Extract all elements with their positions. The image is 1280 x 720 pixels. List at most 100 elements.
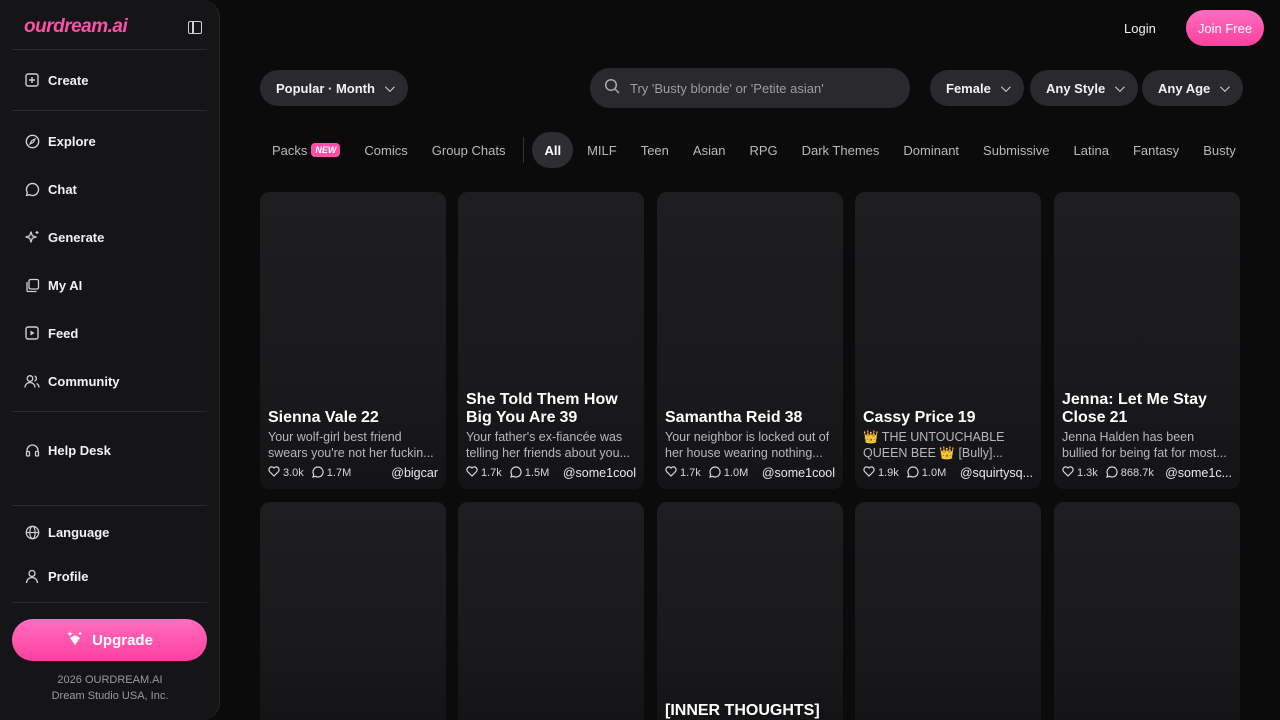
character-card[interactable]: She Told Them How Big You Are 39 Your fat… <box>458 192 644 489</box>
tab-comics[interactable]: Comics <box>352 132 419 168</box>
tab-all[interactable]: All <box>532 132 574 168</box>
character-card[interactable] <box>855 502 1041 720</box>
creator-handle[interactable]: @some1cool <box>563 466 636 480</box>
login-button[interactable]: Login <box>1124 12 1156 44</box>
age-dropdown[interactable]: Any Age <box>1142 70 1244 106</box>
sidebar-item-language[interactable]: Language <box>12 514 207 550</box>
sidebar-item-generate[interactable]: Generate <box>12 219 207 255</box>
gem-sparkle-icon <box>66 630 84 651</box>
upgrade-label: Upgrade <box>92 631 153 649</box>
join-free-button[interactable]: Join Free <box>1186 10 1264 46</box>
heart-icon <box>665 466 677 480</box>
tab-packs[interactable]: Packs NEW <box>260 132 352 168</box>
tab-submissive[interactable]: Submissive <box>971 132 1061 168</box>
upgrade-button[interactable]: Upgrade <box>12 619 207 661</box>
sidebar: ourdream.ai Create Explore Chat Generate… <box>0 0 220 720</box>
tab-latina[interactable]: Latina <box>1062 132 1121 168</box>
sidebar-item-label: Profile <box>48 568 89 584</box>
sidebar-item-label: Community <box>48 373 120 389</box>
creator-handle[interactable]: @bigcar <box>391 466 438 480</box>
sidebar-item-feed[interactable]: Feed <box>12 315 207 351</box>
tab-asian[interactable]: Asian <box>681 132 738 168</box>
chat-bubble-icon <box>24 181 40 197</box>
sidebar-item-explore[interactable]: Explore <box>12 123 207 159</box>
age-label: Any Age <box>1158 80 1211 96</box>
gender-dropdown[interactable]: Female <box>930 70 1024 106</box>
logo-suffix: .ai <box>107 16 128 37</box>
tab-group-chats[interactable]: Group Chats <box>420 132 518 168</box>
chevron-down-icon <box>1220 81 1231 92</box>
card-name: [INNER THOUGHTS] <box>665 702 820 719</box>
sidebar-item-community[interactable]: Community <box>12 363 207 399</box>
card-info: Jenna: Let Me Stay Close 21 Jenna Halden … <box>1062 391 1232 481</box>
sort-label: Popular · Month <box>276 80 375 96</box>
tab-fantasy[interactable]: Fantasy <box>1121 132 1191 168</box>
tab-milf[interactable]: MILF <box>575 132 629 168</box>
divider <box>12 411 207 412</box>
likes-count: 1.3k <box>1077 467 1098 479</box>
card-age: 39 <box>559 409 578 426</box>
tab-busty[interactable]: Busty <box>1191 132 1240 168</box>
character-card[interactable]: [INNER THOUGHTS] <box>657 502 843 720</box>
sidebar-item-profile[interactable]: Profile <box>12 558 207 594</box>
search-input[interactable] <box>630 80 890 96</box>
tab-dominant[interactable]: Dominant <box>891 132 971 168</box>
card-age: 21 <box>1109 409 1128 426</box>
chat-bubble-icon <box>1105 465 1118 481</box>
likes-count: 3.0k <box>283 467 304 479</box>
search-bar[interactable] <box>590 68 910 108</box>
style-dropdown[interactable]: Any Style <box>1030 70 1139 106</box>
gender-label: Female <box>946 80 991 96</box>
sidebar-toggle-icon[interactable] <box>188 20 202 34</box>
character-card[interactable] <box>1054 502 1240 720</box>
card-age: 22 <box>360 409 379 426</box>
tab-dark-themes[interactable]: Dark Themes <box>790 132 892 168</box>
company-text: Dream Studio USA, Inc. <box>51 690 169 702</box>
users-icon <box>24 373 40 389</box>
card-description: Your wolf-girl best friend swears you're… <box>268 430 434 460</box>
creator-handle[interactable]: @some1c... <box>1165 466 1232 480</box>
user-icon <box>24 568 40 584</box>
headset-icon <box>24 442 40 458</box>
character-card[interactable]: Sienna Vale 22 Your wolf-girl best friend… <box>260 192 446 489</box>
chevron-down-icon <box>1000 81 1011 92</box>
app-root: ourdream.ai Create Explore Chat Generate… <box>0 0 1280 720</box>
card-title: Sienna Vale 22 <box>268 409 438 427</box>
sidebar-header: ourdream.ai <box>24 14 202 40</box>
card-info: Samantha Reid 38 Your neighbor is locked … <box>665 409 835 481</box>
play-square-icon <box>24 325 40 341</box>
logo[interactable]: ourdream.ai <box>24 16 128 38</box>
card-name: Jenna: Let Me Stay Close <box>1062 391 1207 426</box>
card-info: She Told Them How Big You Are 39 Your fat… <box>466 391 636 481</box>
chevron-down-icon <box>1115 81 1126 92</box>
card-info: Sienna Vale 22 Your wolf-girl best friend… <box>268 409 438 481</box>
sidebar-item-label: Help Desk <box>48 442 111 458</box>
character-card[interactable] <box>260 502 446 720</box>
sidebar-item-help-desk[interactable]: Help Desk <box>12 432 207 468</box>
heart-icon <box>466 466 478 480</box>
card-stats: 3.0k 1.7M @bigcar <box>268 465 438 481</box>
tab-teen[interactable]: Teen <box>629 132 681 168</box>
tab-rpg[interactable]: RPG <box>737 132 789 168</box>
chat-bubble-icon <box>906 465 919 481</box>
card-description: 👑 THE UNTOUCHABLE QUEEN BEE 👑 [Bully]... <box>863 430 1005 460</box>
sidebar-item-create[interactable]: Create <box>12 62 207 98</box>
sidebar-item-label: Chat <box>48 181 77 197</box>
creator-handle[interactable]: @squirtysq... <box>960 466 1033 480</box>
divider <box>12 602 207 603</box>
sidebar-item-my-ai[interactable]: My AI <box>12 267 207 303</box>
chats-count: 1.0M <box>921 467 947 479</box>
copyright-text: 2026 OURDREAM.AI <box>57 674 163 686</box>
tab-label: Packs <box>272 142 308 158</box>
sidebar-item-chat[interactable]: Chat <box>12 171 207 207</box>
sort-dropdown[interactable]: Popular · Month <box>260 70 408 106</box>
character-card[interactable]: Jenna: Let Me Stay Close 21 Jenna Halden … <box>1054 192 1240 489</box>
creator-handle[interactable]: @some1cool <box>762 466 835 480</box>
character-card[interactable] <box>458 502 644 720</box>
character-card[interactable]: Samantha Reid 38 Your neighbor is locked … <box>657 192 843 489</box>
chats-count: 1.7M <box>326 467 352 479</box>
card-stats: 1.9k 1.0M @squirtysq... <box>863 465 1033 481</box>
character-card[interactable]: Cassy Price 19 👑 THE UNTOUCHABLE QUEEN BE… <box>855 192 1041 489</box>
card-description: Jenna Halden has been bullied for being … <box>1062 430 1227 460</box>
likes-count: 1.9k <box>878 467 899 479</box>
